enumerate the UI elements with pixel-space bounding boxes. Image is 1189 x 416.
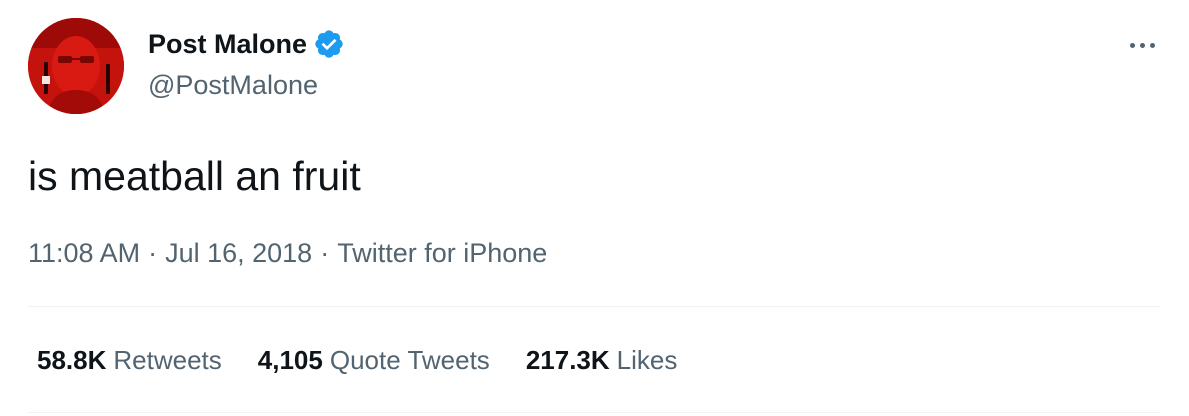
retweets-stat[interactable]: 58.8K Retweets (37, 342, 222, 378)
avatar[interactable] (28, 18, 124, 114)
author-handle[interactable]: @PostMalone (148, 67, 318, 103)
profile-photo-image (28, 18, 124, 114)
tweet-card: Post Malone @PostMalone is meatball an f… (0, 0, 1189, 416)
tweet-source[interactable]: Twitter for iPhone (337, 235, 547, 271)
divider (28, 306, 1160, 307)
quote-tweets-stat[interactable]: 4,105 Quote Tweets (258, 342, 490, 378)
tweet-meta: 11:08 AM · Jul 16, 2018 · Twitter for iP… (28, 235, 547, 271)
divider (28, 412, 1160, 413)
likes-stat[interactable]: 217.3K Likes (526, 342, 678, 378)
author-name-row: Post Malone (148, 26, 345, 62)
likes-count: 217.3K (525, 345, 610, 375)
meta-separator: · (320, 238, 330, 268)
retweets-count: 58.8K (37, 345, 107, 375)
more-horizontal-icon-dot (1139, 42, 1145, 48)
verified-badge-icon (313, 28, 345, 60)
tweet-time[interactable]: 11:08 AM (28, 235, 140, 271)
more-horizontal-icon (1129, 42, 1135, 48)
likes-label: Likes (616, 345, 678, 375)
quote-tweets-label: Quote Tweets (329, 345, 490, 375)
tweet-text: is meatball an fruit (28, 153, 361, 199)
more-options-button[interactable] (1122, 30, 1162, 60)
quote-tweets-count: 4,105 (257, 345, 323, 375)
meta-separator: · (148, 238, 158, 268)
tweet-stats: 58.8K Retweets 4,105 Quote Tweets 217.3K… (37, 342, 713, 378)
more-horizontal-icon-dot (1149, 42, 1155, 48)
retweets-label: Retweets (113, 345, 222, 375)
author-display-name[interactable]: Post Malone (148, 26, 307, 62)
tweet-date[interactable]: Jul 16, 2018 (165, 235, 312, 271)
